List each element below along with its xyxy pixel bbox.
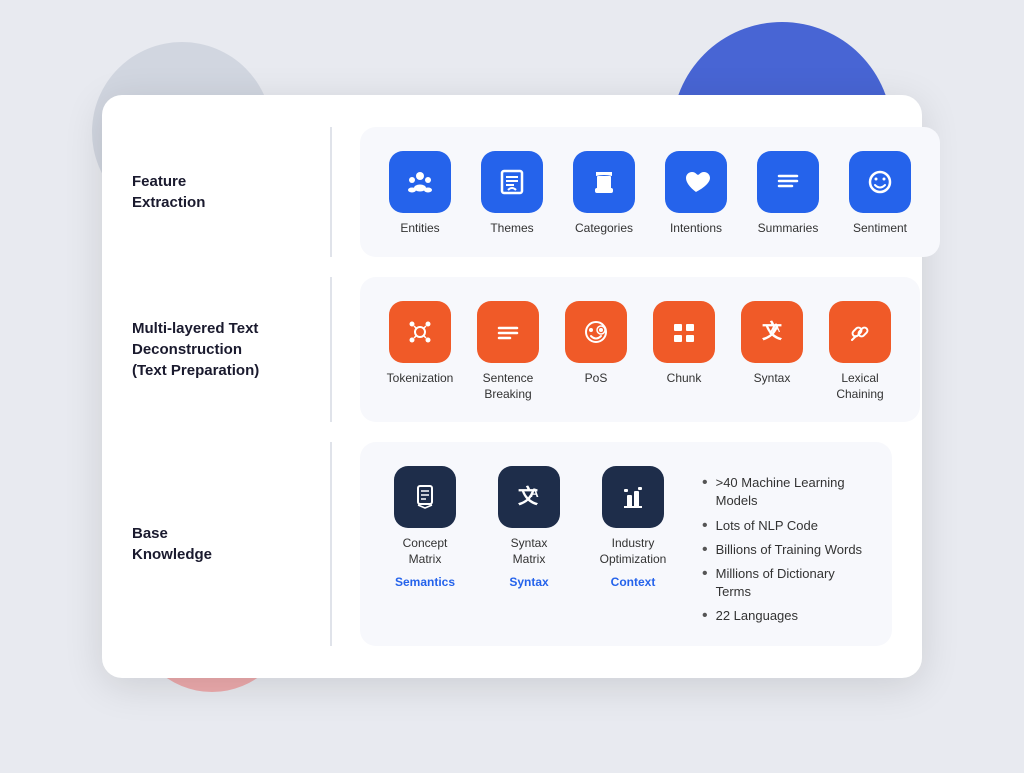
syntax-label: Syntax [754,371,791,387]
syntax-matrix-sublabel: Syntax [509,575,548,589]
sentiment-icon-box [849,151,911,213]
syntax-item: 文 A Syntax [732,301,812,387]
summaries-item: Summaries [748,151,828,237]
lexical-chaining-icon-box [829,301,891,363]
sentence-breaking-label: Sentence Breaking [483,371,534,402]
syntax-matrix-item: 文 A Syntax Matrix Syntax [484,466,574,589]
syntax-matrix-icon-box: 文 A [498,466,560,528]
entities-item: Entities [380,151,460,237]
tokenization-item: Tokenization [380,301,460,387]
sentence-breaking-icon-box [477,301,539,363]
outer-container: Feature Extraction [32,22,992,752]
pos-item: PoS [556,301,636,387]
bullet-item-4: • 22 Languages [702,607,872,625]
chunk-icon-box [653,301,715,363]
concept-matrix-sublabel: Semantics [395,575,455,589]
concept-matrix-label: Concept Matrix [403,536,448,567]
themes-label: Themes [490,221,533,237]
base-icon-row: Concept Matrix Semantics 文 A [380,466,678,589]
industry-opt-icon-box [602,466,664,528]
lexical-chaining-item: Lexical Chaining [820,301,900,402]
intentions-item: Intentions [656,151,736,237]
categories-item: Categories [564,151,644,237]
text-deconstruction-section: Tokenization Sentence Breaking [360,277,920,422]
chunk-item: Chunk [644,301,724,387]
sentiment-item: Sentiment [840,151,920,237]
base-knowledge-section: Concept Matrix Semantics 文 A [360,442,892,645]
text-deconstruction-row: Multi-layered Text Deconstruction (Text … [132,277,892,422]
base-icons-container: Concept Matrix Semantics 文 A [380,466,678,589]
concept-matrix-item: Concept Matrix Semantics [380,466,470,589]
concept-matrix-icon-box [394,466,456,528]
intentions-icon-box [665,151,727,213]
base-knowledge-row: Base Knowledge [132,442,892,645]
entities-label: Entities [400,221,439,237]
tokenization-icon-box [389,301,451,363]
summaries-label: Summaries [758,221,819,237]
summaries-icon-box [757,151,819,213]
intentions-label: Intentions [670,221,722,237]
base-knowledge-content: Concept Matrix Semantics 文 A [380,466,872,625]
bullet-item-3: • Millions of Dictionary Terms [702,565,872,601]
entities-icon-box [389,151,451,213]
themes-item: Themes [472,151,552,237]
syntax-icon-box: 文 A [741,301,803,363]
bullet-list: • >40 Machine Learning Models • Lots of … [702,466,872,625]
pos-icon-box [565,301,627,363]
feature-extraction-icons: Entities Them [380,151,920,237]
industry-opt-label: Industry Optimization [600,536,667,567]
themes-icon-box [481,151,543,213]
bullet-item-0: • >40 Machine Learning Models [702,474,872,510]
pos-label: PoS [585,371,608,387]
industry-opt-sublabel: Context [611,575,656,589]
chunk-label: Chunk [667,371,702,387]
sentiment-label: Sentiment [853,221,907,237]
text-deconstruction-label: Multi-layered Text Deconstruction (Text … [132,277,332,422]
industry-opt-item: Industry Optimization Context [588,466,678,589]
categories-icon-box [573,151,635,213]
text-deconstruction-icons: Tokenization Sentence Breaking [380,301,900,402]
feature-extraction-section: Entities Them [360,127,940,257]
syntax-matrix-label: Syntax Matrix [511,536,548,567]
categories-label: Categories [575,221,633,237]
tokenization-label: Tokenization [387,371,454,387]
bullet-item-1: • Lots of NLP Code [702,517,872,535]
lexical-chaining-label: Lexical Chaining [836,371,883,402]
main-card: Feature Extraction [102,95,922,677]
feature-extraction-label: Feature Extraction [132,127,332,257]
base-knowledge-label: Base Knowledge [132,442,332,645]
feature-extraction-row: Feature Extraction [132,127,892,257]
sentence-breaking-item: Sentence Breaking [468,301,548,402]
bullet-item-2: • Billions of Training Words [702,541,872,559]
